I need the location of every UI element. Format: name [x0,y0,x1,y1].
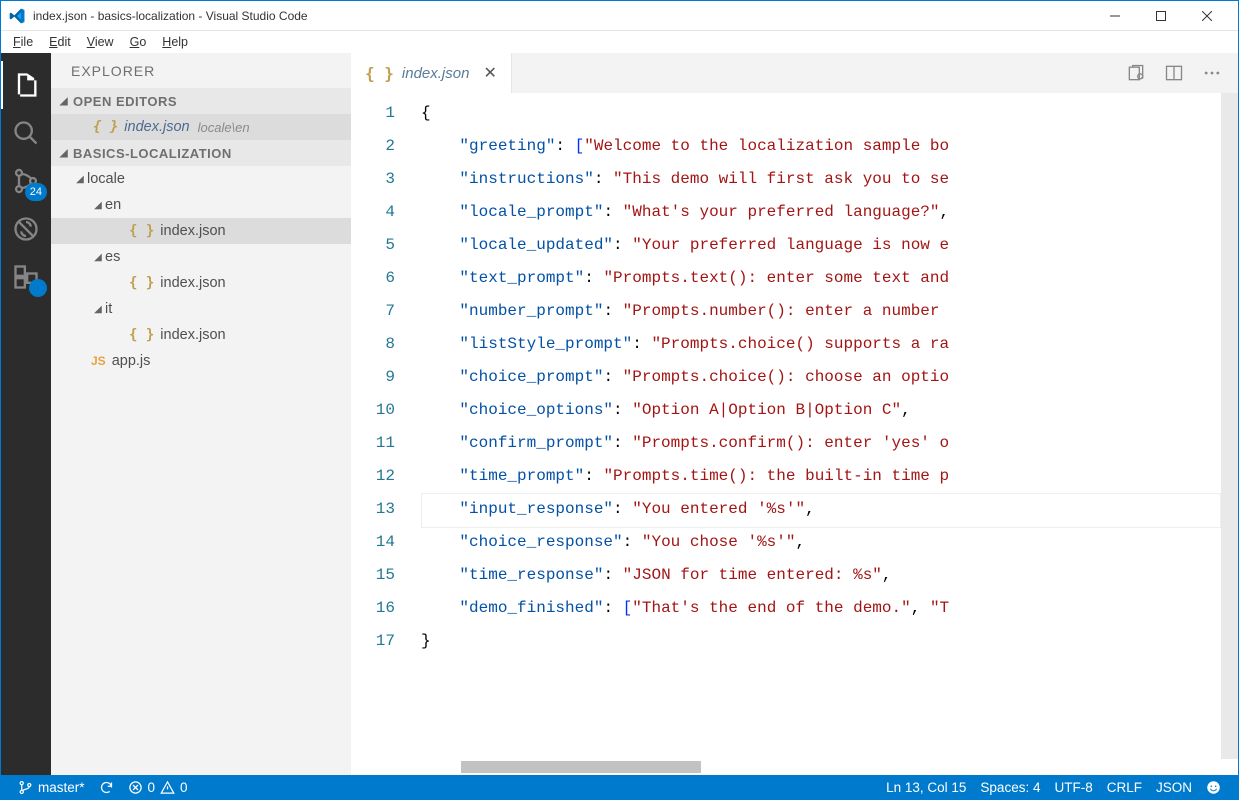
menu-help[interactable]: Help [154,33,196,51]
split-editor-icon[interactable] [1164,63,1184,83]
tree-folder-locale[interactable]: ◢ locale [51,166,351,192]
tree-folder-es[interactable]: ◢ es [51,244,351,270]
editor-tabs: { } index.json ✕ [351,53,1238,93]
menu-file[interactable]: File [5,33,41,51]
tree-file-appjs[interactable]: JS app.js [51,348,351,374]
tree-file-en-index[interactable]: { } index.json [51,218,351,244]
json-icon: { } [129,223,154,239]
activity-bar: 24 [1,53,51,775]
scrollbar-thumb[interactable] [461,761,701,773]
json-icon: { } [129,327,154,343]
chevron-down-icon: ◢ [91,252,105,263]
activity-scm[interactable]: 24 [1,157,51,205]
project-header[interactable]: ◢ BASICS-LOCALIZATION [51,140,351,166]
debug-icon [12,215,40,243]
window-title: index.json - basics-localization - Visua… [33,9,1092,23]
sidebar-title: EXPLORER [51,53,351,88]
minimize-button[interactable] [1092,1,1138,31]
status-eol[interactable]: CRLF [1100,775,1149,799]
menu-view[interactable]: View [79,33,122,51]
window-controls [1092,1,1230,31]
tab-index-json[interactable]: { } index.json ✕ [351,53,512,93]
js-icon: JS [91,354,106,368]
search-icon [12,119,40,147]
json-icon: { } [93,119,118,135]
menu-go[interactable]: Go [122,33,155,51]
error-icon [128,780,143,795]
chevron-down-icon: ◢ [73,174,87,185]
smiley-icon [1206,780,1221,795]
activity-search[interactable] [1,109,51,157]
status-encoding[interactable]: UTF-8 [1047,775,1099,799]
compare-changes-icon[interactable] [1126,63,1146,83]
files-icon [12,71,40,99]
vscode-logo-icon [9,8,25,24]
editor-actions [1126,53,1238,93]
warning-icon [160,780,175,795]
close-button[interactable] [1184,1,1230,31]
scm-badge: 24 [25,183,47,201]
tree-file-it-index[interactable]: { } index.json [51,322,351,348]
json-icon: { } [129,275,154,291]
main-area: 24 EXPLORER ◢ OPEN EDITORS { } index.jso… [1,53,1238,775]
line-gutter: 1234567891011121314151617 [351,93,421,759]
titlebar: index.json - basics-localization - Visua… [1,1,1238,31]
open-editors-header[interactable]: ◢ OPEN EDITORS [51,88,351,114]
sync-icon [99,780,114,795]
chevron-down-icon: ◢ [91,304,105,315]
statusbar: master* 0 0 Ln 13, Col 15 Spaces: 4 UTF-… [1,775,1238,799]
status-feedback[interactable] [1199,775,1228,799]
status-branch[interactable]: master* [11,775,92,799]
editor-group: { } index.json ✕ 12345678910111213141516… [351,53,1238,775]
chevron-down-icon: ◢ [55,96,73,107]
git-branch-icon [18,780,33,795]
chevron-down-icon: ◢ [91,200,105,211]
code-area[interactable]: { "greeting": ["Welcome to the localizat… [421,93,1221,759]
maximize-button[interactable] [1138,1,1184,31]
tree-folder-en[interactable]: ◢ en [51,192,351,218]
tree-folder-it[interactable]: ◢ it [51,296,351,322]
extensions-badge [29,279,47,297]
status-problems[interactable]: 0 0 [121,775,195,799]
open-editor-item[interactable]: { } index.json locale\en [51,114,351,140]
tree-file-es-index[interactable]: { } index.json [51,270,351,296]
more-icon[interactable] [1202,63,1222,83]
json-icon: { } [365,64,394,83]
close-icon[interactable]: ✕ [483,63,496,83]
chevron-down-icon: ◢ [55,148,73,159]
activity-debug[interactable] [1,205,51,253]
activity-explorer[interactable] [1,61,51,109]
menu-edit[interactable]: Edit [41,33,79,51]
horizontal-scrollbar[interactable] [351,759,1238,775]
activity-extensions[interactable] [1,253,51,301]
menubar: File Edit View Go Help [1,31,1238,53]
editor-content[interactable]: 1234567891011121314151617 { "greeting": … [351,93,1238,759]
status-language[interactable]: JSON [1149,775,1199,799]
minimap[interactable] [1221,93,1238,759]
status-cursor-position[interactable]: Ln 13, Col 15 [879,775,973,799]
sidebar-explorer: EXPLORER ◢ OPEN EDITORS { } index.json l… [51,53,351,775]
status-sync[interactable] [92,775,121,799]
status-indentation[interactable]: Spaces: 4 [973,775,1047,799]
